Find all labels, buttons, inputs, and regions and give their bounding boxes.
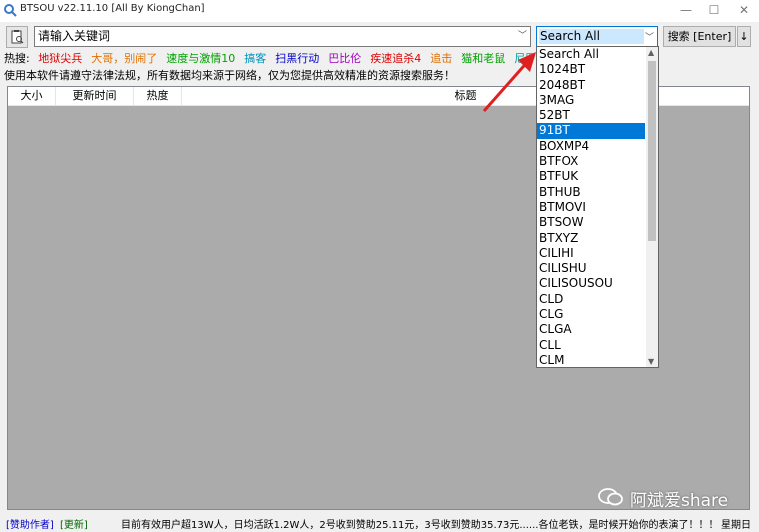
source-dropdown-list[interactable]: Search All 1024BT 2048BT 3MAG 52BT 91BT BOXMP4… [536, 46, 659, 368]
column-header-title[interactable]: 标题 [182, 87, 749, 105]
watermark: 阿斌爱share [598, 485, 738, 511]
keyword-search-input[interactable]: 请输入关键词 ﹀ [34, 26, 531, 47]
dropdown-option[interactable]: CILIHI [537, 246, 645, 261]
annotation-arrow-icon [482, 52, 536, 112]
dropdown-option[interactable]: CLM [537, 353, 645, 367]
dropdown-option[interactable]: Search All [537, 47, 645, 62]
column-header-size[interactable]: 大小 [8, 87, 56, 105]
sponsor-link[interactable]: [赞助作者] [6, 516, 54, 531]
app-magnifier-icon [4, 4, 17, 17]
source-selected-value: Search All [539, 29, 644, 44]
dropdown-items: Search All 1024BT 2048BT 3MAG 52BT 91BT BOXMP4… [537, 47, 658, 367]
watermark-text: 阿斌爱share [630, 491, 729, 511]
dropdown-option[interactable]: 2048BT [537, 78, 645, 93]
dropdown-option[interactable]: BTFUK [537, 169, 645, 184]
scrollbar-thumb[interactable] [648, 61, 656, 241]
dropdown-option[interactable]: 91BT [537, 123, 645, 139]
search-button[interactable]: 搜索 [Enter] [663, 26, 736, 47]
hot-keyword-link[interactable]: 大哥，别闹了 [91, 52, 157, 65]
maximize-button[interactable]: ☐ [700, 0, 728, 22]
dropdown-option[interactable]: 3MAG [537, 93, 645, 108]
dropdown-option[interactable]: BTXYZ [537, 231, 645, 246]
hot-keyword-link[interactable]: 巴比伦 [328, 52, 361, 65]
dropdown-option[interactable]: CLG [537, 307, 645, 322]
dropdown-option[interactable]: 52BT [537, 108, 645, 123]
dropdown-option[interactable]: BTHUB [537, 185, 645, 200]
dropdown-option[interactable]: BTMOVI [537, 200, 645, 215]
dropdown-option[interactable]: CLL [537, 338, 645, 353]
hot-keyword-link[interactable]: 扫黑行动 [275, 52, 319, 65]
window-title: BTSOU v22.11.10 [All By KiongChan] [20, 3, 205, 14]
wechat-bubble-icon [598, 488, 623, 506]
scroll-down-arrow-icon[interactable]: ▼ [648, 357, 654, 366]
column-header-heat[interactable]: 热度 [134, 87, 182, 105]
dropdown-option[interactable]: CLD [537, 292, 645, 307]
dropdown-option[interactable]: BTSOW [537, 215, 645, 230]
update-link[interactable]: [更新] [60, 516, 88, 531]
dropdown-option[interactable]: BTFOX [537, 154, 645, 169]
chevron-down-icon[interactable]: ﹀ [645, 30, 654, 43]
hot-keyword-link[interactable]: 疾速追杀4 [370, 52, 421, 65]
dropdown-option[interactable]: 1024BT [537, 62, 645, 77]
clipboard-search-icon [11, 30, 24, 44]
column-header-updated[interactable]: 更新时间 [56, 87, 134, 105]
dropdown-option[interactable]: BOXMP4 [537, 139, 645, 154]
status-bar: [赞助作者] [更新] 目前有效用户超13W人，日均活跃1.2W人，2号收到赞助… [0, 512, 759, 532]
sort-button[interactable]: ↓ [737, 26, 751, 47]
dropdown-scrollbar[interactable]: ▲ ▼ [646, 47, 658, 367]
hot-keyword-link[interactable]: 追击 [430, 52, 452, 65]
dropdown-option[interactable]: CILISHU [537, 261, 645, 276]
search-placeholder: 请输入关键词 [38, 29, 111, 43]
status-message: 目前有效用户超13W人，日均活跃1.2W人，2号收到赞助25.11元，3号收到赞… [121, 520, 719, 531]
status-weekday: 星期日 [721, 520, 751, 531]
hot-keyword-link[interactable]: 地狱尖兵 [38, 52, 82, 65]
legal-notice: 使用本软件请遵守法律法规，所有数据均来源于网络，仅为您提供高效精准的资源搜索服务… [4, 69, 455, 82]
scroll-up-arrow-icon[interactable]: ▲ [648, 48, 654, 57]
title-bar: BTSOU v22.11.10 [All By KiongChan] — ☐ ✕ [0, 0, 759, 22]
hot-search-label: 热搜: [4, 52, 30, 65]
hot-keyword-link[interactable]: 速度与激情10 [166, 52, 235, 65]
dropdown-option[interactable]: CILISOUSOU [537, 276, 645, 291]
minimize-button[interactable]: — [672, 0, 700, 22]
close-button[interactable]: ✕ [730, 0, 758, 22]
source-select[interactable]: Search All ﹀ [536, 26, 658, 47]
dropdown-option[interactable]: CLGA [537, 322, 645, 337]
clipboard-button[interactable] [6, 26, 28, 48]
hot-keyword-link[interactable]: 搞客 [244, 52, 266, 65]
history-dropdown-arrow-icon[interactable]: ﹀ [518, 27, 527, 46]
